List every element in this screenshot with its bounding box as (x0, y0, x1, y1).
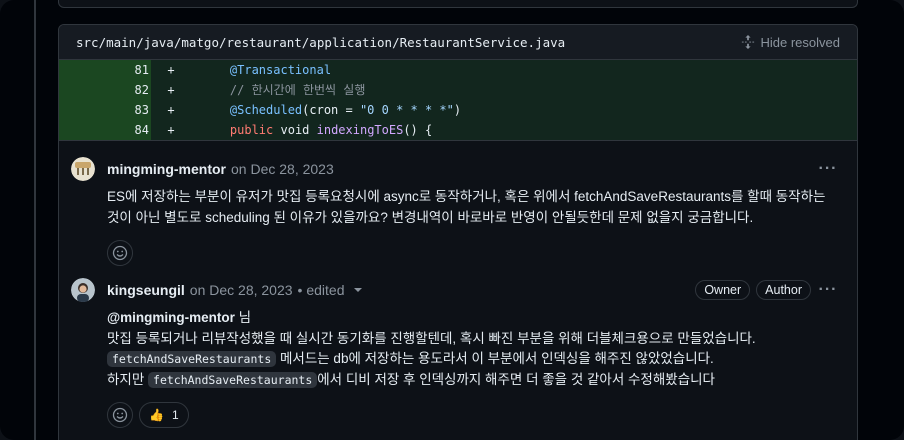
timeline-line (34, 0, 36, 440)
review-comment: kingseungil on Dec 28, 2023 • edited Own… (59, 264, 857, 434)
code-token: "0 0 * * * *" (359, 103, 454, 117)
code-token: void (273, 123, 317, 137)
diff-snippet: 81 + @Transactional 82 + // 한시간에 한번씩 실행 … (59, 60, 857, 140)
comment-body: ES에 저장하는 부분이 유저가 맛집 등록요청시에 async로 동작하거나,… (107, 187, 857, 228)
add-reaction-button[interactable] (107, 402, 133, 428)
code-token: @Transactional (229, 63, 332, 77)
hide-resolved-label: Hide resolved (760, 34, 841, 50)
inline-code: fetchAndSaveRestaurants (148, 371, 318, 388)
author-badge: Author (756, 280, 811, 300)
comment-date[interactable]: on Dec 28, 2023 (190, 282, 293, 298)
diff-row: 82 + // 한시간에 한번씩 실행 (59, 80, 857, 100)
comment-text: 하지만 (107, 371, 149, 387)
comment-line: 맛집 등록되거나 리뷰작성했을 때 실시간 동기화를 진행할텐데, 혹시 빠진 … (107, 330, 756, 346)
avatar[interactable] (71, 157, 95, 181)
code-token: public (229, 123, 274, 137)
line-number[interactable]: 83 (59, 100, 151, 120)
code-token: @Scheduled (229, 103, 303, 117)
diff-sign: + (151, 100, 191, 120)
inline-code: fetchAndSaveRestaurants (107, 351, 277, 367)
comment-actions: Owner Author ··· (695, 280, 839, 300)
comment-line: @mingming-mentor 님 (107, 308, 833, 329)
code-line: @Scheduled(cron = "0 0 * * * *") (191, 100, 857, 120)
smiley-icon (112, 407, 128, 423)
comment-text: 에서 디비 저장 후 인덱싱까지 해주면 더 좋을 것 같아서 수정해봤습니다 (317, 371, 715, 387)
file-header: src/main/java/matgo/restaurant/applicati… (59, 25, 857, 60)
line-number[interactable]: 82 (59, 80, 151, 100)
comment-text: ES에 저장하는 부분이 유저가 맛집 등록요청시에 async로 동작하거나,… (107, 189, 826, 225)
reactions-bar: 👍 1 (107, 402, 857, 428)
diff-row: 83 + @Scheduled(cron = "0 0 * * * *") (59, 100, 857, 120)
code-line: // 한시간에 한번씩 실행 (191, 80, 857, 100)
author-name[interactable]: mingming-mentor (107, 161, 226, 177)
reaction-count: 1 (171, 408, 179, 422)
code-token: () { (403, 123, 433, 137)
line-number[interactable]: 84 (59, 120, 151, 140)
diff-sign: + (151, 80, 191, 100)
diff-sign: + (151, 120, 191, 140)
diff-row: 84 + public void indexingToES() { (59, 120, 857, 140)
reactions-bar (107, 240, 857, 266)
comment-body: @mingming-mentor 님 맛집 등록되거나 리뷰작성했을 때 실시간… (107, 308, 857, 390)
code-token: (cron = (302, 103, 360, 117)
code-line: @Transactional (191, 60, 857, 80)
kebab-horizontal-icon[interactable]: ··· (817, 160, 839, 178)
add-reaction-button[interactable] (107, 240, 133, 266)
thumbs-up-icon: 👍 (149, 408, 164, 422)
line-number[interactable]: 81 (59, 60, 151, 80)
comment-line: fetchAndSaveRestaurants 메서드는 db에 저장하는 용도… (107, 349, 833, 370)
unfold-icon (741, 35, 754, 49)
diff-sign: + (151, 60, 191, 80)
thumbs-up-reaction[interactable]: 👍 1 (139, 402, 189, 428)
owner-badge: Owner (695, 280, 751, 300)
comment-header: mingming-mentor on Dec 28, 2023 ··· (107, 157, 857, 181)
code-line: public void indexingToES() { (191, 120, 857, 140)
code-token: ) (453, 103, 462, 117)
review-thread: src/main/java/matgo/restaurant/applicati… (58, 24, 858, 440)
user-mention[interactable]: @mingming-mentor (107, 310, 235, 325)
comment-actions: ··· (817, 160, 839, 178)
kebab-horizontal-icon[interactable]: ··· (817, 281, 839, 299)
previous-item-box (58, 0, 858, 8)
avatar[interactable] (71, 278, 95, 302)
review-comment: mingming-mentor on Dec 28, 2023 ··· ES에 … (59, 140, 857, 266)
file-path[interactable]: src/main/java/matgo/restaurant/applicati… (76, 35, 565, 50)
comment-text: 님 (234, 310, 252, 325)
edited-dropdown[interactable]: • edited (298, 282, 363, 298)
comment-line: 하지만 fetchAndSaveRestaurants 에서 디비 저장 후 인덱… (107, 370, 833, 391)
hide-resolved-button[interactable]: Hide resolved (741, 34, 841, 50)
comment-text: 메서드는 db에 저장하는 용도라서 이 부분에서 인덱싱을 해주진 않았었습니… (276, 351, 714, 366)
code-token: // 한시간에 한번씩 실행 (229, 83, 366, 97)
comment-header: kingseungil on Dec 28, 2023 • edited Own… (107, 278, 857, 302)
author-name[interactable]: kingseungil (107, 282, 185, 298)
edited-label: • edited (297, 282, 345, 298)
smiley-icon (112, 245, 128, 261)
diff-row: 81 + @Transactional (59, 60, 857, 80)
comment-date[interactable]: on Dec 28, 2023 (231, 161, 334, 177)
code-token: indexingToES (316, 123, 404, 137)
chevron-down-icon (354, 288, 363, 292)
